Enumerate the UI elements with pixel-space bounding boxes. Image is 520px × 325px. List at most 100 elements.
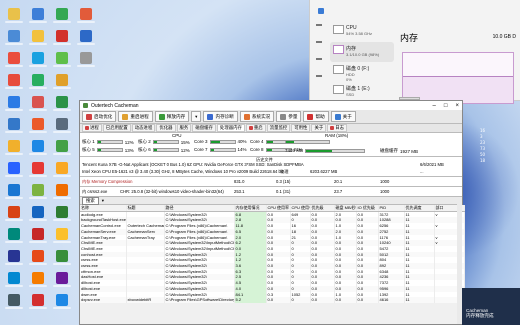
desktop-icon[interactable] [53,30,71,45]
desktop-icon[interactable] [5,140,23,155]
desktop-icon[interactable] [53,294,71,309]
table-row[interactable]: CachemanServ.exe CachemanServ C:\Program F… [80,228,465,235]
table-row[interactable]: CachemanControl.exe Outertech Cacheman C:\… [80,223,465,229]
dropdown-button[interactable]: ▾ [191,111,202,122]
desktop-icon[interactable] [29,8,47,23]
desktop-icon[interactable] [5,30,23,45]
desktop-icon[interactable] [29,140,47,155]
table-cell: dxpsrv.exe [80,297,127,303]
desktop-icon[interactable] [29,294,47,309]
maximize-icon[interactable]: □ [444,103,448,109]
pinned-name: 内存 Memory Compression [82,179,133,184]
params-button[interactable]: 参量 [276,111,302,122]
desktop-icon[interactable] [53,250,71,265]
core-bar [209,147,236,152]
tab-processes[interactable]: 进程 [82,124,102,132]
desktop-icon[interactable] [29,206,47,221]
desktop-icon[interactable] [5,8,23,23]
tab-dynamic-process[interactable]: 动态进程 [131,124,156,132]
desktop-icon[interactable] [5,162,23,177]
desktop-icon[interactable] [77,52,95,67]
nav-icon[interactable] [316,41,322,43]
desktop-icon[interactable] [77,8,95,23]
tab-restart[interactable]: 重启 [245,124,266,132]
desktop-icon[interactable] [29,228,47,243]
desktop-icon[interactable] [29,30,47,45]
desktop-icon[interactable] [29,162,47,177]
desktop-icon[interactable] [5,96,23,111]
tab-traffic[interactable]: 流量监控 [266,124,291,132]
desktop-icon[interactable] [29,272,47,287]
tab-about[interactable]: 关于 [311,124,327,132]
desktop-icon[interactable] [5,294,23,309]
system-live-button[interactable]: 系统实况 [239,111,275,122]
desktop-icon[interactable] [5,206,23,221]
nav-icon[interactable] [316,75,322,77]
desktop-icon[interactable] [5,250,23,265]
table-row[interactable]: dxpsrv.exe xboxwidebitR C:\Program Files\G… [80,297,465,303]
desktop-icon[interactable] [29,52,47,67]
desktop-icon[interactable] [29,250,47,265]
desktop-icon[interactable] [5,272,23,287]
ram-bar [305,148,366,153]
desktop-icon[interactable] [53,52,71,67]
perf-item-memory[interactable]: 内存 3.1/10.0 GB (98%) [330,42,394,62]
startup-optimize-button[interactable]: 启动优化 [82,111,117,122]
notification-toast[interactable]: Cacheman 内存释放完成 [462,288,520,325]
pinned-process-row[interactable]: 内存 Memory Compression 831.0 0.3 (15) 20.… [80,177,462,187]
column-header[interactable]: 磁盘 MB/秒 [334,205,357,212]
desktop-icon[interactable] [5,184,23,199]
tab-disk-cache[interactable]: 磁盘缓存 [192,124,216,132]
tab-enabled-config[interactable]: 已启用配置 [102,124,131,132]
disk-cache-meter: 磁盘缓存 1927 MB [380,148,418,154]
perf-item-sub: HDD 0% [346,72,355,82]
tab-availability[interactable]: 可用性 [291,124,311,132]
perf-item-cpu[interactable]: CPU 54% 3.58 GHz [330,22,394,42]
ram-title: RAM (18%) [325,133,349,138]
desktop-icon[interactable] [5,118,23,133]
desktop-icon[interactable] [53,272,71,287]
task-manager-icon [318,8,324,14]
restart-process-button[interactable]: 重启进程 [118,111,153,122]
desktop-icon[interactable] [53,206,71,221]
tab-log[interactable]: 日志 [327,124,348,132]
help-button[interactable]: 帮助 [303,111,329,122]
nav-icon[interactable] [316,24,322,26]
free-memory-button[interactable]: 释放内存 [154,111,190,122]
nav-icon[interactable] [316,58,322,60]
minimize-icon[interactable]: – [433,103,436,109]
column-header[interactable]: IO 优先级 [356,205,379,212]
desktop-icon[interactable] [5,52,23,67]
desktop-icon[interactable] [53,184,71,199]
mem-value: 7403 MB [285,148,304,153]
pinned-process-row[interactable]: 内 csrss2.exe CHR: 25.0.8 (32-bit) window… [80,187,462,197]
desktop-icon[interactable] [29,184,47,199]
perf-item-disk1[interactable]: 磁盘 1 (E:) SSD [330,82,394,102]
desktop-icon[interactable] [53,8,71,23]
perf-item-disk0[interactable]: 磁盘 0 (F:) HDD 0% [330,62,394,82]
desktop-icon[interactable] [53,74,71,89]
about-button[interactable]: 关于 [330,111,356,122]
close-icon[interactable]: × [455,103,459,109]
window-title: Outertech Cacheman [91,102,139,109]
memory-diagnose-button[interactable]: 内存诊断 [203,111,238,122]
tab-services[interactable]: 服务 [176,124,192,132]
desktop-icon[interactable] [29,96,47,111]
column-header[interactable]: CPU 使用率 [266,205,291,212]
column-header[interactable]: CPU 使用% [290,205,311,212]
desktop-icon[interactable] [5,228,23,243]
filter-dropdown[interactable]: 搜索 [82,196,99,205]
desktop-icon[interactable] [53,96,71,111]
desktop-icon[interactable] [53,118,71,133]
chevron-down-icon[interactable]: ▾ [102,198,104,204]
perf-item-sub: 3.1/10.0 GB (98%) [346,52,380,57]
desktop-icon[interactable] [29,118,47,133]
desktop-icon[interactable] [77,30,95,45]
tab-optimizer[interactable]: 优化器 [156,124,176,132]
tab-processor-memory[interactable]: 处理器内存 [216,124,245,132]
desktop-icon[interactable] [53,140,71,155]
desktop-icon[interactable] [53,228,71,243]
desktop-icon[interactable] [29,74,47,89]
desktop-icon[interactable] [5,74,23,89]
desktop-icon[interactable] [53,162,71,177]
